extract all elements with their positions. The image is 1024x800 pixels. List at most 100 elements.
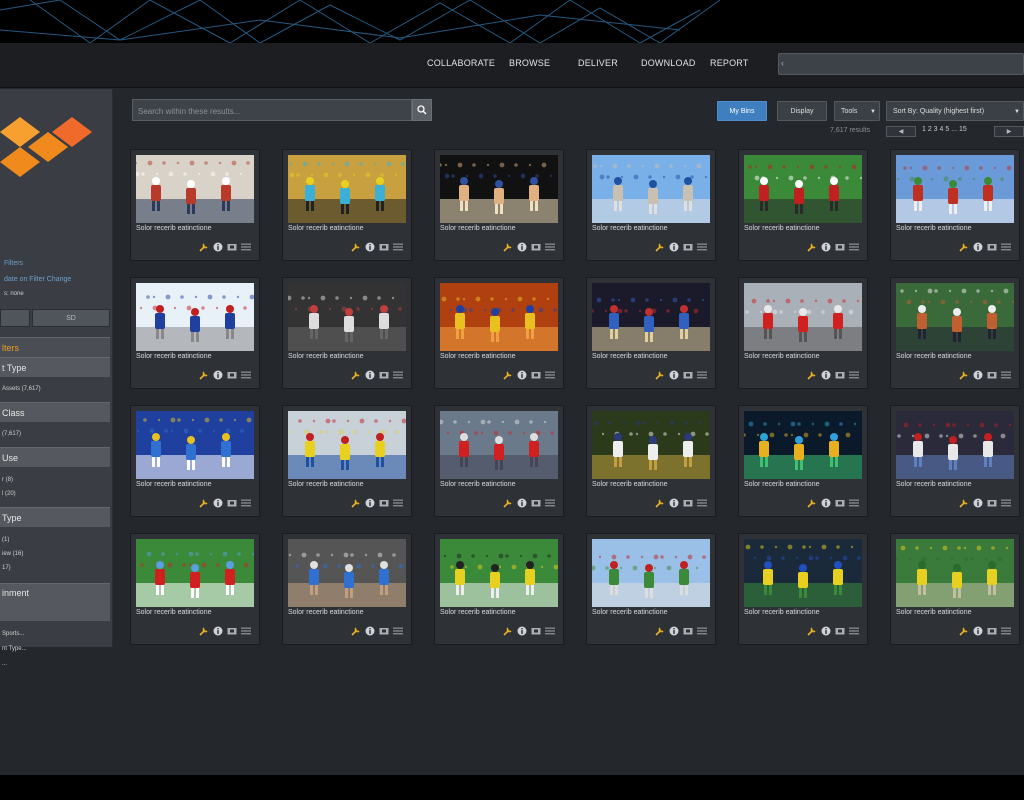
menu-icon[interactable] (697, 367, 707, 385)
info-icon[interactable] (973, 367, 983, 385)
menu-icon[interactable] (697, 495, 707, 513)
asset-card[interactable]: Solor recerib eatinctione (890, 277, 1020, 389)
add-to-bin-icon[interactable] (987, 623, 997, 641)
add-to-bin-icon[interactable] (531, 623, 541, 641)
add-to-bin-icon[interactable] (227, 239, 237, 257)
wrench-icon[interactable] (199, 623, 209, 641)
my-bins-button[interactable]: My Bins (717, 101, 767, 121)
asset-thumbnail-soccer-duel[interactable] (136, 539, 254, 607)
wrench-icon[interactable] (655, 623, 665, 641)
nav-download[interactable]: DOWNLOAD (641, 58, 696, 68)
wrench-icon[interactable] (959, 367, 969, 385)
add-to-bin-icon[interactable] (987, 495, 997, 513)
wrench-icon[interactable] (959, 495, 969, 513)
menu-icon[interactable] (849, 367, 859, 385)
wrench-icon[interactable] (807, 495, 817, 513)
asset-thumbnail-football-stadium[interactable] (744, 155, 862, 223)
section-use[interactable]: Use (0, 447, 110, 467)
add-to-bin-icon[interactable] (379, 623, 389, 641)
info-icon[interactable] (517, 495, 527, 513)
wrench-icon[interactable] (503, 623, 513, 641)
asset-card[interactable]: Solor recerib eatinctione (586, 149, 716, 261)
add-to-bin-icon[interactable] (683, 623, 693, 641)
menu-icon[interactable] (849, 495, 859, 513)
asset-card[interactable]: Solor recerib eatinctione (282, 149, 412, 261)
asset-thumbnail-celebration-crowd[interactable] (896, 411, 1014, 479)
menu-icon[interactable] (849, 239, 859, 257)
asset-card[interactable]: Solor recerib eatinctione (130, 277, 260, 389)
sd-filter-button[interactable]: SD (32, 309, 110, 327)
info-icon[interactable] (973, 239, 983, 257)
asset-card[interactable]: Solor recerib eatinctione (890, 533, 1020, 645)
menu-icon[interactable] (545, 239, 555, 257)
asset-thumbnail-basketball-dunk[interactable] (440, 283, 558, 351)
asset-thumbnail-rugby-tackle[interactable] (440, 539, 558, 607)
wrench-icon[interactable] (807, 623, 817, 641)
asset-card[interactable]: Solor recerib eatinctione (890, 405, 1020, 517)
add-to-bin-icon[interactable] (987, 239, 997, 257)
add-to-bin-icon[interactable] (531, 367, 541, 385)
asset-card[interactable]: Solor recerib eatinctione (130, 405, 260, 517)
asset-thumbnail-football-huddle[interactable] (592, 411, 710, 479)
menu-icon[interactable] (1001, 495, 1011, 513)
menu-icon[interactable] (1001, 239, 1011, 257)
menu-icon[interactable] (393, 367, 403, 385)
add-to-bin-icon[interactable] (227, 495, 237, 513)
display-button[interactable]: Display (777, 101, 827, 121)
wrench-icon[interactable] (503, 495, 513, 513)
section-class[interactable]: Class (0, 402, 110, 422)
asset-card[interactable]: Solor recerib eatinctione (130, 149, 260, 261)
class-item[interactable]: (7,617) (2, 431, 21, 437)
assignment-item[interactable]: nt Type... (2, 646, 27, 652)
add-to-bin-icon[interactable] (531, 239, 541, 257)
section-type[interactable]: Type (0, 507, 110, 527)
asset-card[interactable]: Solor recerib eatinctione (130, 533, 260, 645)
sort-dropdown[interactable]: Sort By: Quality (highest first) ▼ (886, 101, 1024, 121)
asset-card[interactable]: Solor recerib eatinctione (586, 277, 716, 389)
menu-icon[interactable] (1001, 623, 1011, 641)
assignment-item[interactable]: Sports... (2, 631, 24, 637)
add-to-bin-icon[interactable] (227, 367, 237, 385)
results-search-input[interactable] (136, 103, 400, 119)
nav-deliver[interactable]: DELIVER (578, 58, 618, 68)
wrench-icon[interactable] (655, 239, 665, 257)
assignment-item[interactable]: ... (2, 661, 7, 667)
add-to-bin-icon[interactable] (379, 495, 389, 513)
asset-card[interactable]: Solor recerib eatinctione (738, 149, 868, 261)
info-icon[interactable] (821, 239, 831, 257)
asset-thumbnail-soccer-goal-net[interactable] (288, 283, 406, 351)
info-icon[interactable] (973, 623, 983, 641)
wrench-icon[interactable] (351, 623, 361, 641)
add-to-bin-icon[interactable] (987, 367, 997, 385)
menu-icon[interactable] (393, 623, 403, 641)
asset-card[interactable]: Solor recerib eatinctione (890, 149, 1020, 261)
add-to-bin-icon[interactable] (683, 367, 693, 385)
asset-thumbnail-formula-one[interactable] (440, 411, 558, 479)
add-to-bin-icon[interactable] (683, 239, 693, 257)
asset-thumbnail-stadium-wide[interactable] (592, 539, 710, 607)
info-icon[interactable] (213, 367, 223, 385)
hd-filter-button[interactable] (0, 309, 30, 327)
type-item[interactable]: iew (16) (2, 551, 23, 557)
asset-thumbnail-world-cup-trophy[interactable] (744, 411, 862, 479)
asset-card[interactable]: Solor recerib eatinctione (282, 533, 412, 645)
use-item[interactable]: l (20) (2, 491, 16, 497)
use-item[interactable]: r (8) (2, 477, 13, 483)
asset-card[interactable]: Solor recerib eatinctione (282, 277, 412, 389)
menu-icon[interactable] (545, 495, 555, 513)
asset-card[interactable]: Solor recerib eatinctione (738, 533, 868, 645)
wrench-icon[interactable] (807, 239, 817, 257)
wrench-icon[interactable] (199, 367, 209, 385)
asset-thumbnail-skiing[interactable] (136, 283, 254, 351)
menu-icon[interactable] (393, 495, 403, 513)
filters-link[interactable]: Filters (4, 260, 23, 267)
menu-icon[interactable] (241, 495, 251, 513)
prev-page-button[interactable]: ◀ (886, 126, 916, 137)
info-icon[interactable] (669, 495, 679, 513)
asset-thumbnail-cyclist-finish[interactable] (288, 411, 406, 479)
asset-thumbnail-boxing-match[interactable] (440, 155, 558, 223)
info-icon[interactable] (669, 239, 679, 257)
nav-report[interactable]: REPORT (710, 58, 749, 68)
global-search-input[interactable]: ‹ (778, 53, 1024, 75)
menu-icon[interactable] (241, 239, 251, 257)
